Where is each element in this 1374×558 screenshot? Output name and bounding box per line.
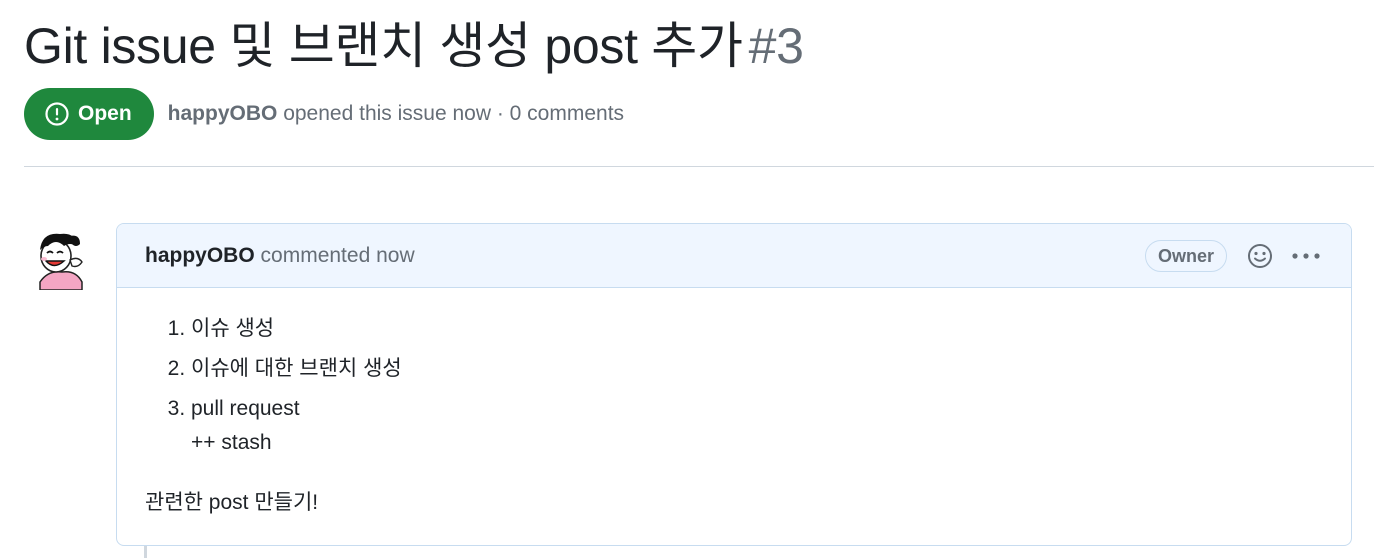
owner-badge: Owner [1144, 240, 1227, 272]
issue-state-label: Open [78, 102, 132, 125]
list-item-text: pull request [191, 397, 300, 420]
issue-author-link[interactable]: happyOBO [168, 102, 278, 125]
list-item: 이슈 생성 [191, 312, 1323, 346]
comment-meta: happyOBO commented now [145, 244, 415, 268]
issue-title: Git issue 및 브랜치 생성 post 추가 [24, 18, 743, 74]
list-item-subtext: ++ stash [191, 431, 272, 454]
timeline-line [144, 546, 147, 558]
comment-header-actions: Owner [1144, 224, 1321, 288]
issue-state-badge: Open [24, 88, 154, 140]
issue-number: #3 [748, 18, 804, 74]
comment-options-button[interactable] [1291, 241, 1321, 271]
list-item: 이슈에 대한 브랜치 생성 [191, 352, 1323, 386]
comment-author-link[interactable]: happyOBO [145, 244, 255, 267]
header-divider [24, 166, 1374, 167]
list-item-text: 이슈에 대한 브랜치 생성 [191, 357, 402, 380]
comment-paragraph: 관련한 post 만들기! [145, 491, 319, 514]
issue-page: Git issue 및 브랜치 생성 post 추가 #3 Open happyO… [0, 0, 1374, 558]
avatar[interactable] [26, 226, 90, 291]
add-reaction-button[interactable] [1245, 241, 1275, 271]
issue-meta-rest: opened this issue now · 0 comments [283, 102, 625, 125]
issue-meta: Open happyOBO opened this issue now · 0 … [24, 88, 624, 140]
comment-action: commented now [260, 243, 415, 267]
list-item: pull request ++ stash [191, 392, 1323, 460]
smiley-icon [1246, 242, 1274, 270]
issue-title-row: Git issue 및 브랜치 생성 post 추가 #3 [24, 10, 804, 82]
comment-body: 이슈 생성 이슈에 대한 브랜치 생성 pull request ++ stash… [117, 288, 1351, 520]
list-item-text: 이슈 생성 [191, 317, 275, 340]
issue-opened-icon [44, 101, 70, 127]
issue-meta-text: happyOBO opened this issue now · 0 comme… [168, 102, 624, 126]
kebab-horizontal-icon [1291, 252, 1321, 260]
comment-ordered-list: 이슈 생성 이슈에 대한 브랜치 생성 pull request ++ stash [145, 312, 1323, 460]
comment-box: happyOBO commented now Owner 1. 이슈 생성 2.… [116, 223, 1352, 546]
comment-header: happyOBO commented now Owner [117, 224, 1351, 288]
